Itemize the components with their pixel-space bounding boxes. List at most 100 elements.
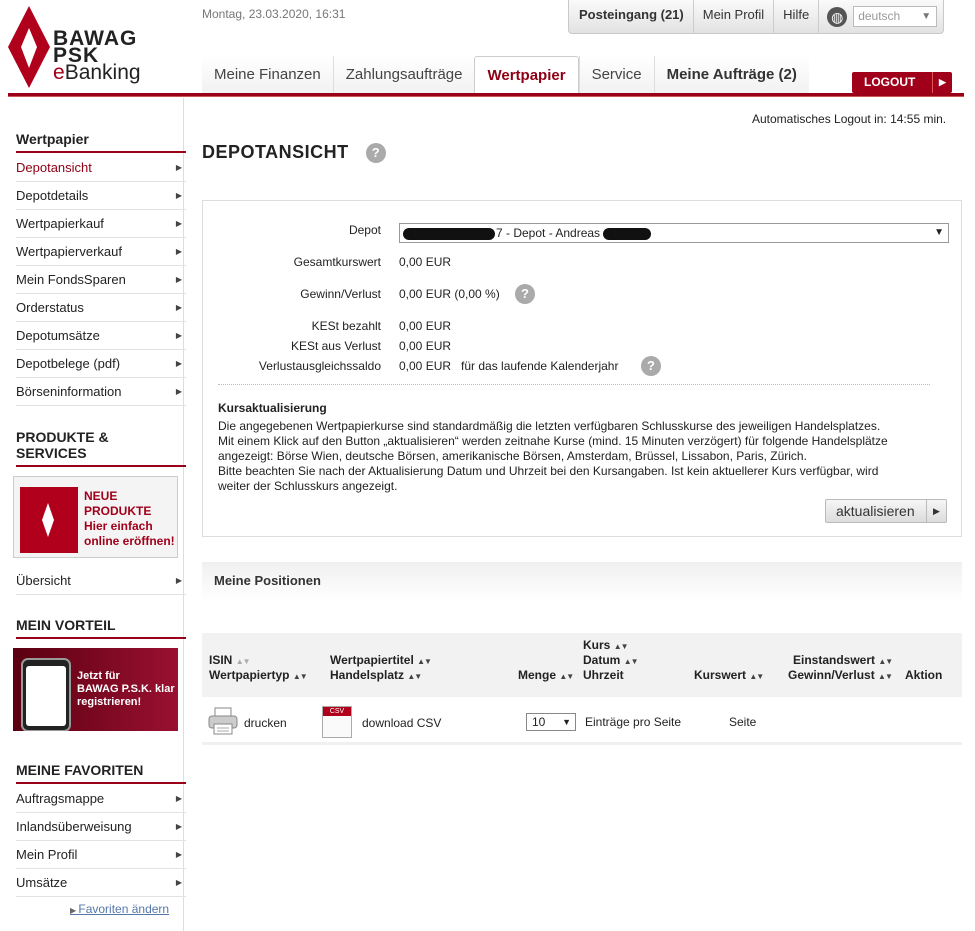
page-title: DEPOTANSICHT ? <box>202 142 386 163</box>
sort-icon: ▲▼ <box>292 672 308 681</box>
sidebar-item-auftragsmappe[interactable]: Auftragsmappe ▶ <box>16 785 186 813</box>
chevron-right-icon: ▶ <box>175 163 182 172</box>
divider <box>218 384 930 385</box>
tab-zahlungsauftraege[interactable]: Zahlungsaufträge <box>332 56 475 94</box>
tab-service[interactable]: Service <box>578 56 654 94</box>
chevron-right-icon: ▶ <box>175 387 182 396</box>
sidebar-heading-mein-vorteil: MEIN VORTEIL <box>16 617 186 639</box>
bawag-psk-logo[interactable]: BAWAG PSK eBanking <box>8 6 178 90</box>
sidebar-heading-wertpapier: Wertpapier <box>16 131 186 153</box>
chevron-right-icon: ▶ <box>175 247 182 256</box>
sort-icon: ▲▼ <box>407 672 422 681</box>
sidebar-item-depotansicht[interactable]: Depotansicht ▶ <box>16 154 186 182</box>
positions-title: Meine Positionen <box>202 562 962 602</box>
auto-logout-timer: Automatisches Logout in: 14:55 min. <box>752 112 947 126</box>
sort-icon: ▲▼ <box>235 657 251 666</box>
chevron-down-icon: ▼ <box>921 11 932 22</box>
my-profile-link[interactable]: Mein Profil <box>692 0 773 34</box>
kurs-description: Die angegebenen Wertpapierkurse sind sta… <box>218 419 888 493</box>
tab-meine-finanzen[interactable]: Meine Finanzen <box>202 56 333 94</box>
main-navigation: Meine Finanzen Zahlungsaufträge Wertpapi… <box>202 56 809 95</box>
logo-diamond-icon <box>8 6 50 88</box>
language-select[interactable]: deutsch ▼ <box>853 6 938 27</box>
sidebar-item-orderstatus[interactable]: Orderstatus ▶ <box>16 294 186 322</box>
help-icon[interactable]: ? <box>366 143 386 163</box>
logout-button[interactable]: LOGOUT ▶ <box>852 72 952 93</box>
summary-label: KESt aus Verlust <box>290 339 381 353</box>
inbox-link[interactable]: Posteingang (21) <box>579 0 693 34</box>
favorites-change-link[interactable]: Favoriten ändern <box>70 902 169 916</box>
col-wertpapiertitel[interactable]: Wertpapiertitel ▲▼ <box>330 653 432 669</box>
summary-value: 0,00 EUR für das laufende Kalenderjahr <box>399 359 619 373</box>
depot-select[interactable]: 7 - Depot - Andreas ▼ <box>399 223 949 243</box>
col-handelsplatz[interactable]: Handelsplatz ▲▼ <box>330 668 422 684</box>
summary-label: Verlustausgleichssaldo <box>258 359 381 373</box>
sort-icon: ▲▼ <box>749 672 764 681</box>
promo-new-products-text: NEUE PRODUKTE Hier einfach online eröffn… <box>84 489 175 548</box>
sidebar-item-boerseninformation[interactable]: Börseninformation ▶ <box>16 378 186 406</box>
help-link[interactable]: Hilfe <box>773 0 818 34</box>
csv-file-icon[interactable]: CSV <box>322 706 352 738</box>
col-kurswert[interactable]: Kurswert ▲▼ <box>694 668 764 684</box>
sidebar-item-mein-profil[interactable]: Mein Profil ▶ <box>16 841 186 869</box>
sidebar-heading-produkte: PRODUKTE & SERVICES <box>16 429 186 467</box>
chevron-right-icon: ▶ <box>175 822 182 831</box>
tab-meine-auftraege[interactable]: Meine Aufträge (2) <box>653 56 809 94</box>
promo-register-text: Jetzt für BAWAG P.S.K. klar registrieren… <box>77 670 175 708</box>
chevron-down-icon: ▼ <box>562 717 571 727</box>
logo-text: BAWAG PSK eBanking <box>53 27 141 84</box>
top-utility-bar: Posteingang (21) Mein Profil Hilfe ◍ deu… <box>568 0 945 34</box>
sort-icon: ▲▼ <box>559 672 574 681</box>
promo-register-banner[interactable]: Jetzt für BAWAG P.S.K. klar registrieren… <box>13 648 178 731</box>
sidebar-item-inlandsueberweisung[interactable]: Inlandsüberweisung ▶ <box>16 813 186 841</box>
col-datum[interactable]: Datum ▲▼ <box>583 653 639 669</box>
sidebar-item-umsaetze[interactable]: Umsätze ▶ <box>16 869 186 897</box>
sidebar-item-wertpapierkauf[interactable]: Wertpapierkauf ▶ <box>16 210 186 238</box>
globe-icon: ◍ <box>827 6 848 27</box>
positions-table-footer: drucken CSV download CSV 10 ▼ Einträge pr… <box>202 697 962 745</box>
help-icon[interactable]: ? <box>641 356 661 376</box>
download-csv-link[interactable]: download CSV <box>362 716 441 730</box>
chevron-right-icon: ▶ <box>175 219 182 228</box>
summary-label: Gewinn/Verlust <box>300 287 381 301</box>
col-gewinn-verlust[interactable]: Gewinn/Verlust ▲▼ <box>788 668 893 684</box>
sidebar-item-depotbelege[interactable]: Depotbelege (pdf) ▶ <box>16 350 186 378</box>
chevron-right-icon: ▶ <box>175 275 182 284</box>
sidebar-item-fondssparen[interactable]: Mein FondsSparen ▶ <box>16 266 186 294</box>
summary-label: Gesamtkurswert <box>293 255 381 269</box>
redacted-text <box>403 227 495 240</box>
kurs-heading: Kursaktualisierung <box>218 401 327 415</box>
print-link[interactable]: drucken <box>244 716 287 730</box>
chevron-right-icon: ▶ <box>175 794 182 803</box>
depot-summary-panel: Depot 7 - Depot - Andreas ▼ Gesamtkurswe… <box>202 200 962 537</box>
col-isin[interactable]: ISIN ▲▼ <box>209 653 251 669</box>
help-icon[interactable]: ? <box>515 284 535 304</box>
sort-icon: ▲▼ <box>613 642 629 651</box>
entries-per-page-select[interactable]: 10 ▼ <box>526 713 576 731</box>
arrow-right-icon: ▶ <box>926 500 946 522</box>
printer-icon[interactable] <box>208 707 238 735</box>
col-aktion: Aktion <box>905 668 943 682</box>
col-wertpapiertyp[interactable]: Wertpapiertyp ▲▼ <box>209 668 308 684</box>
header-divider <box>8 93 964 97</box>
page-label: Seite <box>729 715 757 729</box>
chevron-right-icon: ▶ <box>175 303 182 312</box>
sidebar-item-depotumsaetze[interactable]: Depotumsätze ▶ <box>16 322 186 350</box>
col-einstandswert[interactable]: Einstandswert ▲▼ <box>793 653 893 669</box>
promo-new-products-banner[interactable]: NEUE PRODUKTE Hier einfach online eröffn… <box>13 476 178 558</box>
sort-icon: ▲▼ <box>417 657 432 666</box>
col-menge[interactable]: Menge ▲▼ <box>518 668 574 684</box>
entries-per-page-label: Einträge pro Seite <box>585 715 682 729</box>
sidebar-item-wertpapierverkauf[interactable]: Wertpapierverkauf ▶ <box>16 238 186 266</box>
sidebar-item-depotdetails[interactable]: Depotdetails ▶ <box>16 182 186 210</box>
tab-wertpapier[interactable]: Wertpapier <box>474 56 579 95</box>
col-kurs[interactable]: Kurs ▲▼ <box>583 638 629 654</box>
smartphone-icon <box>21 658 71 731</box>
sidebar-item-uebersicht[interactable]: Übersicht ▶ <box>16 567 186 595</box>
language-selector: ◍ deutsch ▼ <box>818 0 938 34</box>
summary-label: KESt bezahlt <box>311 319 381 333</box>
sort-icon: ▲▼ <box>623 657 639 666</box>
sort-icon: ▲▼ <box>878 657 893 666</box>
refresh-button[interactable]: aktualisieren ▶ <box>825 499 947 523</box>
chevron-right-icon: ▶ <box>175 576 182 585</box>
